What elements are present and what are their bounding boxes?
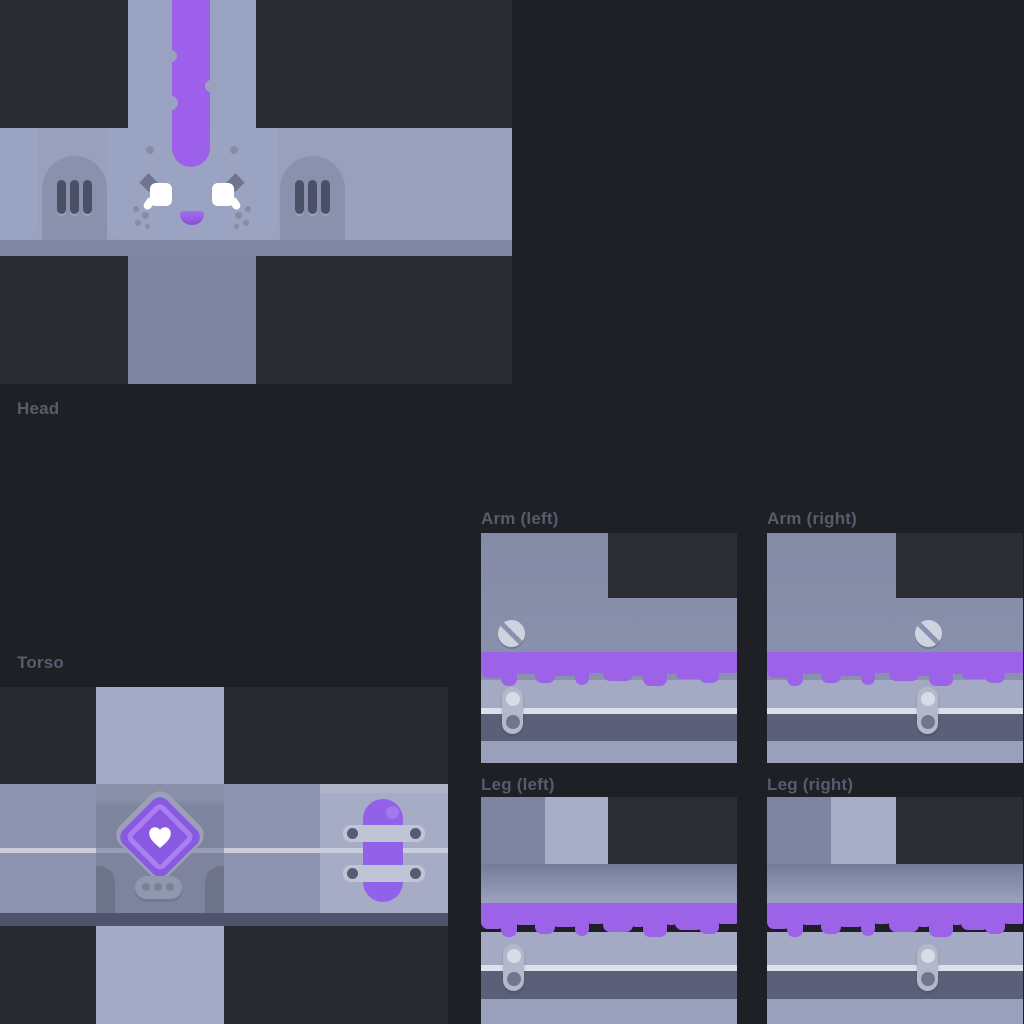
vent-dot	[142, 883, 150, 891]
head-wrap-panel	[0, 128, 38, 240]
bolt-icon	[347, 828, 358, 839]
tile-notch	[608, 533, 737, 598]
chest-vent-pill	[135, 876, 182, 899]
hand-skin	[767, 741, 1023, 763]
ear-slat-icon	[70, 180, 79, 214]
cheek-dot	[135, 220, 141, 226]
leg-top-block-light	[545, 797, 608, 864]
shoulder-shade-left	[96, 866, 115, 913]
zipper-pull-icon	[502, 687, 523, 734]
head-label: Head	[17, 399, 59, 419]
bolt-icon	[410, 828, 421, 839]
stripe-notch	[205, 80, 217, 92]
vent-dot	[166, 883, 174, 891]
back-clasp-group	[320, 784, 448, 926]
torso-label: Torso	[17, 653, 64, 673]
cuff-shadow-band	[767, 714, 1023, 741]
heart-icon	[147, 825, 173, 849]
band-shadow-strip	[0, 913, 448, 926]
back-clasp-capsule	[363, 799, 403, 902]
screw-icon	[498, 620, 525, 647]
arm-left-label: Arm (left)	[481, 509, 559, 529]
fur-trim-stripe	[481, 903, 737, 941]
bolt-icon	[410, 868, 421, 879]
arm-right-label: Arm (right)	[767, 509, 857, 529]
torso-top-face	[96, 687, 224, 784]
leg-top-block	[767, 797, 831, 864]
capsule-highlight	[386, 806, 399, 819]
cheek-dot	[235, 212, 242, 219]
screw-icon	[915, 620, 942, 647]
fur-trim-stripe	[767, 652, 1023, 690]
cheek-dot	[133, 206, 139, 212]
cheek-dot	[243, 220, 249, 226]
head-bottom-face	[128, 256, 256, 384]
vent-dot	[154, 883, 162, 891]
ear-slat-icon	[57, 180, 66, 214]
torso-bottom-face	[96, 926, 224, 1024]
head-texture-tile[interactable]	[0, 0, 512, 384]
foot-skin	[767, 999, 1023, 1024]
cheek-dot	[234, 224, 239, 229]
stripe-notch	[165, 50, 177, 62]
torso-texture-tile[interactable]	[0, 687, 448, 1024]
arm-right-texture-tile[interactable]	[767, 533, 1023, 763]
leg-right-texture-tile[interactable]	[767, 797, 1023, 1024]
freckle	[230, 146, 238, 154]
cuff-shadow-band	[767, 971, 1023, 999]
zipper-pull-icon	[503, 944, 524, 991]
tile-notch	[608, 797, 737, 864]
leg-left-label: Leg (left)	[481, 775, 555, 795]
hand-skin	[481, 741, 737, 763]
fur-trim-stripe	[481, 652, 737, 690]
bolt-icon	[347, 868, 358, 879]
zipper-pull-icon	[917, 687, 938, 734]
cheek-dot	[142, 212, 149, 219]
arm-left-texture-tile[interactable]	[481, 533, 737, 763]
freckle	[146, 146, 154, 154]
head-ear-right	[280, 156, 345, 240]
leg-left-texture-tile[interactable]	[481, 797, 737, 1024]
leg-top-block-light	[831, 797, 896, 864]
head-chin-strip	[0, 240, 512, 256]
ear-slat-icon	[295, 180, 304, 214]
stripe-notch	[164, 96, 178, 110]
shoulder-shade-right	[205, 866, 224, 913]
foot-skin	[481, 999, 737, 1024]
torso-front-panel	[96, 784, 224, 926]
skin-editor-canvas: Head Torso	[0, 0, 1024, 1024]
ear-slat-icon	[83, 180, 92, 214]
ear-slat-icon	[308, 180, 317, 214]
zipper-pull-icon	[917, 944, 938, 991]
ear-slat-icon	[321, 180, 330, 214]
cheek-dot	[245, 206, 251, 212]
tile-notch	[896, 533, 1023, 598]
fur-trim-stripe	[767, 903, 1023, 941]
cheek-dot	[145, 224, 150, 229]
leg-top-block	[481, 797, 545, 864]
tile-notch	[896, 797, 1023, 864]
leg-right-label: Leg (right)	[767, 775, 853, 795]
head-ear-left	[42, 156, 107, 240]
